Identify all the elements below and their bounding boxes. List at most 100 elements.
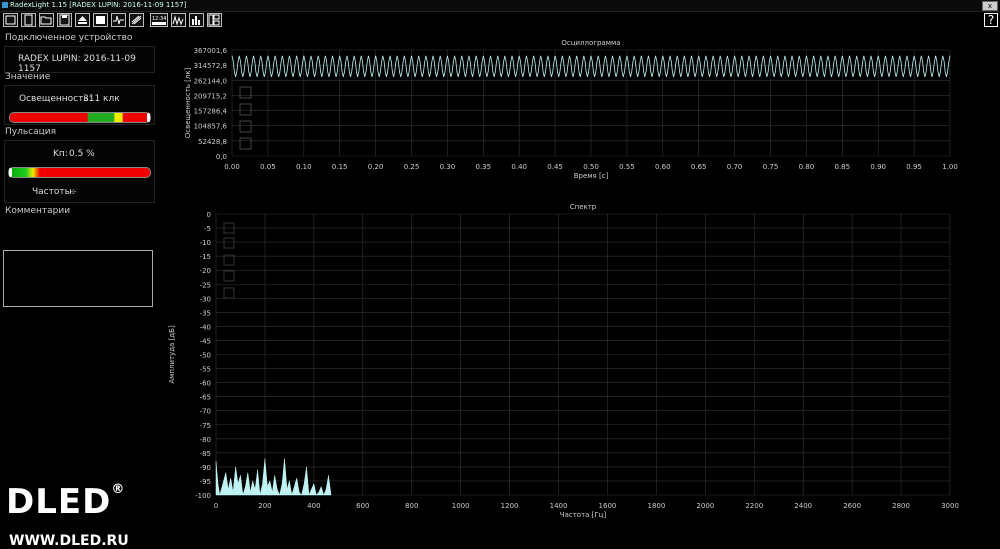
y-tick-label: -55: [200, 366, 211, 374]
x-tick-label: 0.75: [763, 163, 779, 171]
value-box: Освещенность: 311 клк: [4, 85, 155, 125]
x-tick-label: 1400: [550, 502, 568, 510]
illumination-bar-marker: [147, 113, 150, 122]
x-tick-label: 2800: [892, 502, 910, 510]
pulse-bar-marker: [9, 168, 12, 177]
y-tick-label: -85: [200, 450, 211, 458]
freq-value: --: [70, 187, 77, 197]
x-tick-label: 0.55: [619, 163, 635, 171]
x-tick-label: 3000: [941, 502, 959, 510]
device-name: RADEX LUPIN: 2016-11-09 1157: [18, 54, 136, 74]
x-tick-label: 0.05: [260, 163, 276, 171]
x-tick-label: 0.40: [511, 163, 527, 171]
x-tick-label: 0.20: [368, 163, 384, 171]
x-tick-label: 1.00: [942, 163, 958, 171]
title-bar: RadexLight 1.15 [RADEX LUPIN: 2016-11-09…: [0, 0, 1000, 12]
spectrum-chart: Спектр 0 -5 -10 -15 -20 -25 -30 -35 -40 -45 -50 -55 -…: [168, 203, 959, 519]
window-icon[interactable]: [3, 13, 18, 27]
brightness-icon[interactable]: [129, 13, 144, 27]
new-doc-icon[interactable]: [21, 13, 36, 27]
x-tick-label: 2600: [843, 502, 861, 510]
x-tick-label: 0.45: [547, 163, 563, 171]
waveform-icon[interactable]: [171, 13, 186, 27]
y-tick-label: 262144,0: [194, 77, 227, 85]
x-axis-label: Время [с]: [574, 172, 609, 180]
y-tick-label: 209715,2: [194, 92, 227, 100]
logo-url: WWW.DLED.RU: [9, 533, 129, 549]
layout-icon[interactable]: [207, 13, 222, 27]
x-tick-label: 400: [307, 502, 320, 510]
y-tick-label: -15: [200, 253, 211, 261]
x-tick-label: 0.60: [655, 163, 671, 171]
kp-label: Kп:: [53, 149, 68, 159]
close-window-button[interactable]: x: [982, 1, 998, 11]
x-tick-label: 0.35: [476, 163, 492, 171]
x-tick-label: 0.70: [727, 163, 743, 171]
y-axis-label: Амплитуда [дБ]: [168, 325, 176, 384]
x-tick-label: 800: [405, 502, 418, 510]
toolbar: 12:34 ?: [0, 12, 1000, 29]
y-tick-label: -5: [204, 225, 211, 233]
y-tick-label: -30: [200, 295, 211, 303]
y-tick-label: -65: [200, 394, 211, 402]
zoom-control-1-icon[interactable]: [239, 86, 252, 99]
y-tick-label: -100: [195, 492, 211, 500]
clock-icon[interactable]: 12:34: [150, 13, 168, 27]
y-tick-label: -10: [200, 239, 211, 247]
save-icon[interactable]: [57, 13, 72, 27]
spectrum-zoom-5-icon[interactable]: [223, 287, 235, 299]
x-tick-label: 1600: [599, 502, 617, 510]
device-section-title: Подключенное устройство: [5, 33, 133, 43]
logo-text: DLED: [6, 482, 112, 522]
y-tick-label: 314572,8: [194, 62, 227, 70]
device-box: RADEX LUPIN: 2016-11-09 1157: [4, 46, 155, 74]
x-tick-label: 0.65: [691, 163, 707, 171]
comment-section-title: Комментарии: [5, 206, 71, 216]
x-axis-label: Частота [Гц]: [560, 511, 607, 519]
x-tick-label: 0: [214, 502, 218, 510]
eject-icon[interactable]: [75, 13, 90, 27]
y-tick-label: -50: [200, 352, 211, 360]
x-tick-label: 0.00: [224, 163, 240, 171]
spectrum-zoom-3-icon[interactable]: [223, 254, 235, 266]
x-tick-label: 0.30: [440, 163, 456, 171]
charts-area: Осциллограмма 367001,6 314572,8 262144,0 209…: [168, 39, 959, 519]
x-tick-label: 1800: [647, 502, 665, 510]
y-tick-label: -40: [200, 323, 211, 331]
oscillogram-chart: Осциллограмма 367001,6 314572,8 262144,0 209…: [184, 39, 958, 180]
x-tick-label: 0.15: [332, 163, 348, 171]
y-tick-label: -45: [200, 337, 211, 345]
y-axis-label: Освещенность [лк]: [184, 67, 192, 138]
zoom-control-2-icon[interactable]: [239, 103, 252, 116]
open-folder-icon[interactable]: [39, 13, 54, 27]
logo-registered: ®: [111, 482, 126, 497]
y-tick-label: 0,0: [216, 153, 227, 161]
x-tick-label: 600: [356, 502, 369, 510]
bars-icon[interactable]: [189, 13, 204, 27]
y-tick-label: 104857,6: [194, 123, 228, 131]
spectrum-zoom-2-icon[interactable]: [223, 237, 235, 249]
stop-icon[interactable]: [93, 13, 108, 27]
pulse-icon[interactable]: [111, 13, 126, 27]
help-button[interactable]: ?: [984, 13, 998, 27]
illumination-value: 311 клк: [83, 94, 120, 104]
kp-value: 0.5 %: [69, 149, 95, 159]
logo: DLED®: [6, 482, 125, 522]
comment-input[interactable]: [3, 250, 153, 307]
y-tick-label: -20: [200, 267, 211, 275]
zoom-control-3-icon[interactable]: [239, 120, 252, 133]
x-tick-label: 0.10: [296, 163, 312, 171]
y-tick-label: 52428,8: [198, 138, 227, 146]
pulse-bar: [8, 167, 151, 178]
x-tick-label: 0.80: [799, 163, 815, 171]
illumination-label: Освещенность:: [19, 94, 92, 104]
value-section-title: Значение: [5, 72, 51, 82]
y-tick-label: -70: [200, 408, 211, 416]
zoom-control-4-icon[interactable]: [239, 137, 252, 150]
spectrum-zoom-4-icon[interactable]: [223, 270, 235, 282]
illumination-bar: [9, 112, 151, 123]
y-tick-label: -90: [200, 464, 211, 472]
left-panel: Подключенное устройство RADEX LUPIN: 201…: [0, 30, 162, 549]
x-tick-label: 0.90: [870, 163, 886, 171]
y-tick-label: 367001,6: [194, 47, 228, 55]
